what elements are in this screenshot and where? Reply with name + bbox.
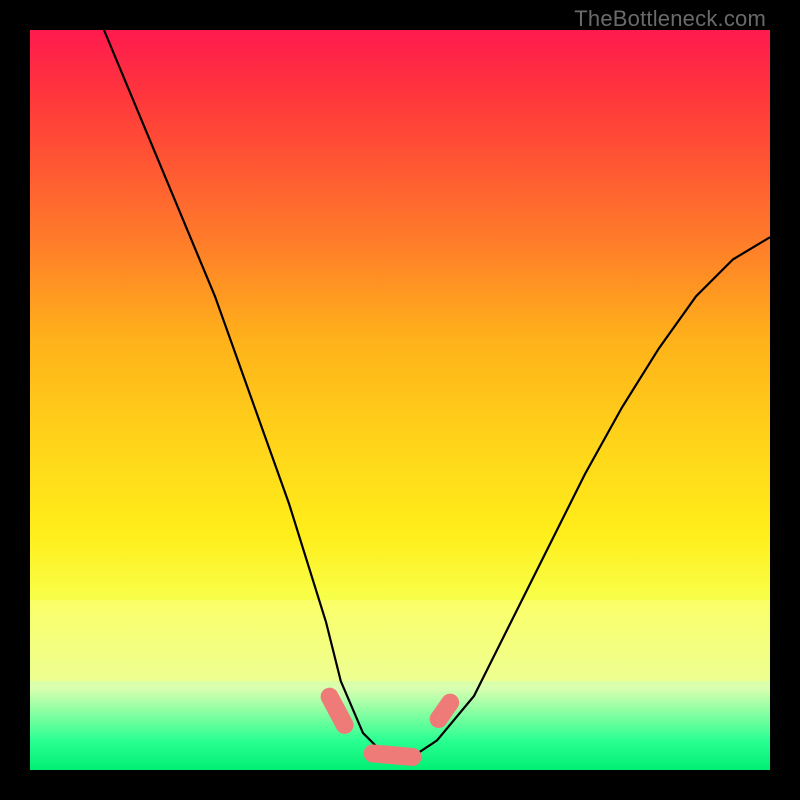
bottleneck-curve bbox=[104, 30, 770, 755]
marker-valley-floor bbox=[363, 744, 422, 767]
chart-frame: TheBottleneck.com bbox=[0, 0, 800, 800]
watermark-text: TheBottleneck.com bbox=[574, 6, 766, 32]
markers-group bbox=[317, 685, 462, 767]
marker-left-shoulder bbox=[317, 685, 356, 738]
marker-right-shoulder bbox=[426, 690, 463, 731]
plot-area bbox=[30, 30, 770, 770]
curve-layer bbox=[30, 30, 770, 770]
